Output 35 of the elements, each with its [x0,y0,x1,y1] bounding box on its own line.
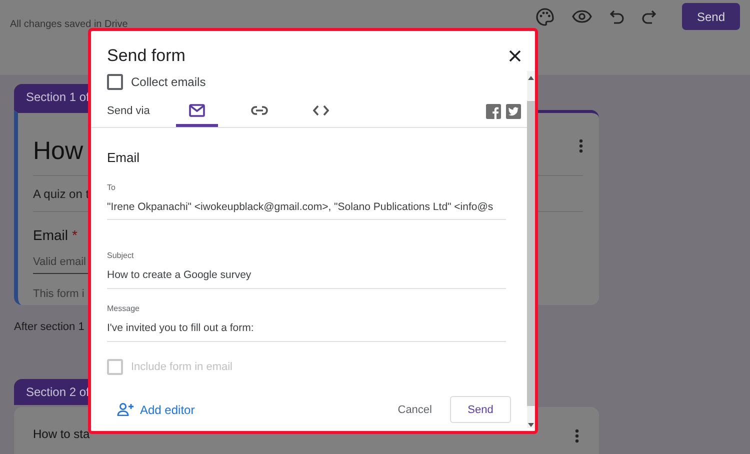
section-title: How to sta [33,426,90,442]
redo-icon[interactable] [642,10,656,24]
close-icon[interactable] [509,50,521,62]
section-heading: Email [107,149,141,167]
send-button[interactable]: Send [682,3,740,30]
scrollbar[interactable] [527,71,535,428]
checkbox[interactable] [107,74,123,90]
checkbox-label: Include form in email [131,360,232,375]
field-label: To [107,182,116,194]
cancel-button[interactable]: Cancel [398,402,432,418]
envelope-icon [189,104,205,117]
field-label: Subject [107,250,135,262]
facebook-icon[interactable] [486,104,501,119]
code-icon [313,105,329,116]
add-person-icon [117,403,134,416]
twitter-icon[interactable] [506,104,521,119]
field-label: Message [107,303,140,315]
form-note: This form i [33,287,86,302]
scroll-down-icon[interactable] [528,422,534,428]
eye-icon[interactable] [572,10,592,23]
required-mark: * [72,226,78,244]
more-icon[interactable] [575,428,579,442]
more-icon[interactable] [579,139,583,153]
link-icon [250,106,268,115]
text-field[interactable]: I've invited you to fill out a form: [107,321,506,342]
palette-icon[interactable] [536,8,554,26]
form-title: How [33,136,84,167]
text-field[interactable]: How to create a Google survey [107,268,506,289]
question-title: Email [33,226,68,244]
dialog-title: Send form [107,45,186,68]
send-button[interactable]: Send [450,396,511,424]
after-section-label: After section 1 [14,320,84,335]
save-status: All changes saved in Drive [10,18,128,32]
undo-icon[interactable] [610,10,624,24]
text-field[interactable]: "Irene Okpanachi" <iwokeupblack@gmail.com>, "Solano Publications Ltd" <info@s [107,200,506,220]
